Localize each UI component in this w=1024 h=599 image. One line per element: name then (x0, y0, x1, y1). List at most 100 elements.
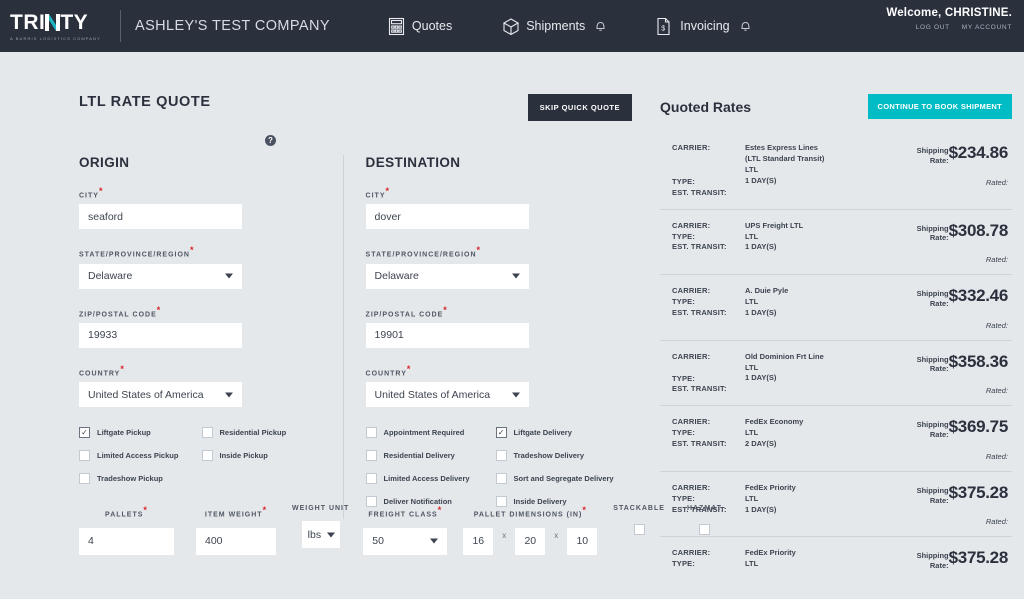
nav-item-invoicing[interactable]: $ Invoicing (656, 17, 750, 36)
type-label: TYPE: (672, 559, 696, 569)
pallets-input[interactable] (79, 527, 174, 555)
required-marker: * (120, 363, 125, 374)
rate-row[interactable]: CARRIER: TYPE: EST. TRANSIT: FedEx Econo… (660, 405, 1012, 471)
item-weight-input[interactable] (196, 527, 276, 555)
weight-unit-select[interactable]: lbs (301, 521, 340, 549)
bell-icon-shipments[interactable] (595, 20, 606, 32)
origin-country-label: COUNTRY* (79, 363, 125, 378)
transit-label: EST. TRANSIT: (672, 384, 727, 394)
destination-option-liftgate-delivery[interactable]: Liftgate Delivery (495, 427, 626, 439)
logo-wordmark: TRI TY (10, 12, 112, 33)
dimension-width-input[interactable] (515, 527, 546, 555)
destination-country-select[interactable]: United States of America (365, 382, 529, 408)
type-value: LTL (745, 231, 759, 241)
logout-link[interactable]: LOG OUT (916, 24, 950, 31)
transit-label: EST. TRANSIT: (672, 187, 727, 197)
origin-city-field: CITY* (79, 186, 343, 230)
pallets-field: PALLETS* (79, 504, 174, 555)
chevron-down-icon (225, 392, 233, 398)
destination-option-sort-segregate-delivery[interactable]: Sort and Segregate Delivery (495, 473, 626, 485)
origin-zip-input[interactable] (79, 322, 242, 348)
origin-heading: ORIGIN (79, 155, 130, 170)
continue-to-book-shipment-button[interactable]: CONTINUE TO BOOK SHIPMENT (867, 94, 1012, 119)
pallets-label: PALLETS* (105, 505, 148, 519)
destination-option-residential-delivery[interactable]: Residential Delivery (365, 450, 496, 462)
skip-quick-quote-button[interactable]: SKIP QUICK QUOTE (527, 94, 632, 121)
destination-city-input[interactable] (365, 204, 529, 230)
checkbox-appointment-required[interactable] (365, 427, 377, 439)
carrier-label: CARRIER: (672, 143, 711, 152)
rated-label: Rated: (985, 517, 1008, 527)
dimension-separator: x (554, 530, 559, 540)
chevron-down-icon (430, 538, 439, 544)
transit-value: 1 DAY(S) (745, 242, 777, 252)
origin-state-select[interactable]: Delaware (79, 263, 242, 289)
checkbox-limited-access-delivery[interactable] (365, 473, 377, 485)
required-marker: * (189, 245, 195, 256)
rate-row[interactable]: CARRIER: TYPE: EST. TRANSIT: A. Duie Pyl… (660, 274, 1012, 340)
carrier-value: A. Duie Pyle (745, 286, 789, 296)
destination-city-field: CITY* (365, 186, 640, 230)
help-icon[interactable]: ? (265, 135, 276, 146)
origin-country-value: United States of America (88, 388, 204, 401)
nav-item-quotes[interactable]: Quotes (388, 17, 452, 36)
freight-class-label: FREIGHT CLASS* (368, 505, 443, 519)
checkbox-stackable[interactable] (633, 524, 645, 536)
checkbox-tradeshow-delivery[interactable] (495, 450, 507, 462)
destination-option-limited-access-delivery[interactable]: Limited Access Delivery (365, 473, 496, 485)
freight-class-select[interactable]: 50 (363, 527, 448, 555)
bell-icon-invoicing[interactable] (740, 20, 751, 32)
pallet-dimensions-field: PALLET DIMENSIONS (IN)* x x (463, 504, 598, 555)
nav-label-invoicing: Invoicing (680, 19, 730, 33)
checkbox-residential-pickup[interactable] (201, 427, 213, 439)
logo-text-ity: TY (60, 10, 89, 34)
transit-label: EST. TRANSIT: (672, 439, 727, 448)
destination-zip-label: ZIP/POSTAL CODE* (365, 304, 448, 318)
origin-option-label: Limited Access Pickup (97, 451, 179, 461)
rate-row[interactable]: CARRIER: TYPE: EST. TRANSIT: Old Dominio… (660, 339, 1012, 406)
origin-options: Liftgate Pickup Residential Pickup Limit… (79, 427, 324, 496)
dimension-length-input[interactable] (463, 527, 494, 555)
checkbox-limited-access-pickup[interactable] (79, 450, 90, 462)
dimension-separator: x (502, 530, 507, 540)
my-account-link[interactable]: MY ACCOUNT (962, 24, 1012, 31)
type-label: TYPE: (672, 231, 696, 241)
destination-zip-input[interactable] (365, 322, 529, 348)
checkbox-residential-delivery[interactable] (365, 450, 377, 462)
dimension-height-input[interactable] (567, 527, 598, 555)
rate-row[interactable]: CARRIER: TYPE: EST. TRANSIT: UPS Freight… (660, 208, 1012, 275)
required-marker: * (582, 505, 587, 515)
destination-option-tradeshow-delivery[interactable]: Tradeshow Delivery (495, 450, 626, 462)
rated-label: Rated: (985, 386, 1008, 396)
origin-option-liftgate-pickup[interactable]: Liftgate Pickup (79, 427, 202, 439)
brand-logo[interactable]: TRI TY A BURRIS LOGISTICS COMPANY (0, 12, 112, 41)
checkbox-inside-pickup[interactable] (201, 450, 213, 462)
origin-option-limited-access-pickup[interactable]: Limited Access Pickup (79, 450, 202, 462)
item-details-row: PALLETS* ITEM WEIGHT* WEIGHT UNIT lbs FR… (79, 504, 722, 555)
checkbox-liftgate-pickup[interactable] (79, 427, 90, 439)
rate-amount: $308.78 (948, 220, 1009, 240)
destination-option-appointment-required[interactable]: Appointment Required (365, 427, 496, 439)
checkbox-liftgate-delivery[interactable] (495, 427, 507, 439)
origin-state-value: Delaware (88, 270, 133, 283)
checkbox-tradeshow-pickup[interactable] (79, 473, 90, 485)
rated-label: Rated: (985, 320, 1008, 330)
chevron-down-icon (326, 532, 335, 538)
rate-row[interactable]: CARRIER: TYPE: FedEx Priority LTL Shippi… (660, 536, 1012, 581)
rate-row[interactable]: CARRIER: TYPE: EST. TRANSIT: FedEx Prior… (660, 470, 1012, 537)
freight-class-value: 50 (372, 535, 384, 548)
pallet-dimensions-label: PALLET DIMENSIONS (IN)* (473, 505, 587, 519)
origin-option-tradeshow-pickup[interactable]: Tradeshow Pickup (79, 473, 202, 485)
origin-country-select[interactable]: United States of America (79, 382, 242, 408)
invoice-icon: $ (656, 17, 673, 36)
origin-option-inside-pickup[interactable]: Inside Pickup (201, 450, 325, 462)
origin-city-input[interactable] (79, 204, 242, 230)
origin-option-residential-pickup[interactable]: Residential Pickup (201, 427, 325, 439)
quote-form-pane: LTL RATE QUOTE SKIP QUICK QUOTE ? ORIGIN… (0, 52, 721, 599)
checkbox-sort-segregate-delivery[interactable] (495, 473, 507, 485)
carrier-label: CARRIER: (672, 548, 711, 558)
destination-option-label: Sort and Segregate Delivery (513, 474, 614, 484)
nav-item-shipments[interactable]: Shipments (502, 17, 606, 36)
destination-state-select[interactable]: Delaware (365, 263, 529, 289)
rate-row[interactable]: CARRIER: TYPE: EST. TRANSIT: Estes Expre… (660, 132, 1012, 209)
